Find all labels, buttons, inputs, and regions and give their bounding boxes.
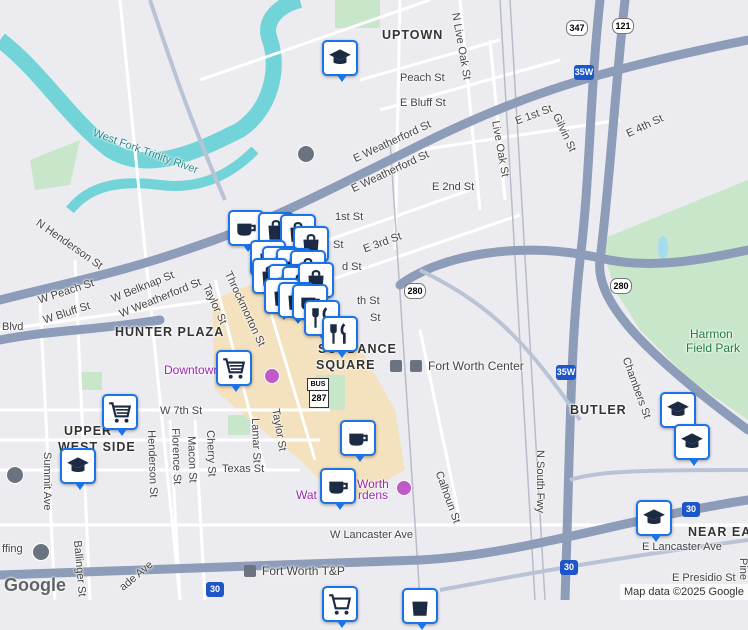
street-label: 1st St	[335, 211, 364, 223]
fork-knife-icon	[330, 323, 346, 344]
shopping-bag-marker[interactable]	[402, 588, 438, 630]
district-butler: BUTLER	[570, 403, 627, 417]
park-harmon-field-2: Field Park	[686, 341, 741, 355]
district-hunter-plaza: HUNTER PLAZA	[115, 325, 225, 339]
school-marker[interactable]	[636, 500, 672, 542]
route-shield-280-b: 280	[610, 278, 632, 294]
shopping-cart-icon	[109, 402, 132, 423]
graduation-cap-icon	[329, 49, 351, 64]
place-fort-worth-center: Fort Worth Center	[428, 359, 524, 373]
google-logo: Google	[4, 575, 66, 595]
street-label: Lamar St	[249, 417, 263, 463]
street-label: St	[333, 239, 344, 251]
district-near-east: NEAR EA	[688, 525, 748, 539]
restaurant-marker[interactable]	[322, 316, 358, 358]
route-shield-280: 280	[404, 283, 426, 299]
school-marker[interactable]	[674, 424, 710, 466]
street-label: Texas St	[222, 463, 265, 475]
graduation-cap-icon	[67, 457, 89, 472]
district-uptown: UPTOWN	[382, 28, 444, 42]
street-label: W 7th St	[160, 405, 203, 417]
street-label: Macon St	[185, 435, 199, 483]
coffee-cup-icon	[329, 481, 348, 494]
cafe-marker[interactable]	[340, 420, 376, 462]
route-shield-i30-b: 30	[560, 560, 578, 575]
street-label: Summit Ave	[41, 452, 53, 511]
coffee-cup-icon	[237, 223, 256, 236]
route-shield-287: 287	[309, 390, 329, 408]
street-label: Pine	[737, 558, 748, 581]
street-label: Cherry St	[204, 429, 218, 477]
poi-museum-icon[interactable]	[32, 543, 50, 561]
street-label: Florence St	[169, 427, 183, 485]
street-label: d St	[342, 261, 362, 273]
shopping-cart-icon	[223, 358, 246, 379]
route-shield-i35w: 35W	[574, 65, 594, 80]
street-label: E Lancaster Ave	[642, 541, 722, 553]
route-shield-i30: 30	[682, 502, 700, 517]
route-shield-i30-c: 30	[206, 582, 224, 597]
grocery-marker[interactable]	[322, 586, 358, 628]
street-label: N South Fwy	[534, 450, 546, 513]
grocery-marker[interactable]	[102, 394, 138, 436]
street-label: E Presidio St	[672, 572, 736, 584]
graduation-cap-icon	[681, 433, 703, 448]
transit-station-icon[interactable]	[410, 360, 422, 372]
transit-station-icon[interactable]	[390, 360, 402, 372]
route-shield-i35w-b: 35W	[556, 365, 576, 380]
cafe-marker[interactable]	[320, 468, 356, 510]
pond	[658, 236, 668, 260]
place-downtown: Downtown	[164, 363, 221, 377]
street-label: Blvd	[2, 321, 24, 333]
poi-attraction-icon[interactable]	[396, 480, 412, 496]
poi-attraction-icon[interactable]	[264, 368, 280, 384]
park-area	[228, 415, 250, 435]
street-label: Peach St	[400, 72, 445, 84]
street-label: W Lancaster Ave	[330, 529, 413, 541]
transit-station-icon[interactable]	[244, 565, 256, 577]
school-marker[interactable]	[660, 392, 696, 434]
coffee-cup-icon	[349, 433, 368, 446]
place-water-gardens: Wat	[296, 488, 317, 502]
street-label: E Bluff St	[400, 97, 446, 109]
place-fort-worth-tp: Fort Worth T&P	[262, 564, 345, 578]
shopping-bag-icon	[412, 601, 428, 616]
place-label: ffing	[2, 543, 23, 555]
poi-school-icon[interactable]	[297, 145, 315, 163]
school-marker[interactable]	[60, 448, 96, 490]
street-label: St	[370, 312, 381, 324]
graduation-cap-icon	[643, 509, 665, 524]
district-sundance-square-2: SQUARE	[316, 358, 376, 372]
street-label: Henderson St	[145, 429, 160, 498]
route-shield-bus: BUS	[307, 378, 329, 391]
route-shield-347: 347	[566, 20, 588, 36]
shopping-cart-icon	[329, 594, 352, 615]
park-harmon-field: Harmon	[690, 327, 733, 341]
street-label: th St	[357, 295, 380, 307]
poi-worship-icon[interactable]	[6, 466, 24, 484]
school-marker[interactable]	[322, 40, 358, 82]
grocery-marker[interactable]	[216, 350, 252, 392]
route-shield-121: 121	[612, 18, 634, 34]
park-area	[80, 372, 102, 390]
place-water-gardens-2: rdens	[358, 488, 389, 502]
graduation-cap-icon	[667, 401, 689, 416]
map-attribution[interactable]: Map data ©2025 Google	[619, 584, 748, 600]
street-label: E 2nd St	[432, 181, 475, 193]
